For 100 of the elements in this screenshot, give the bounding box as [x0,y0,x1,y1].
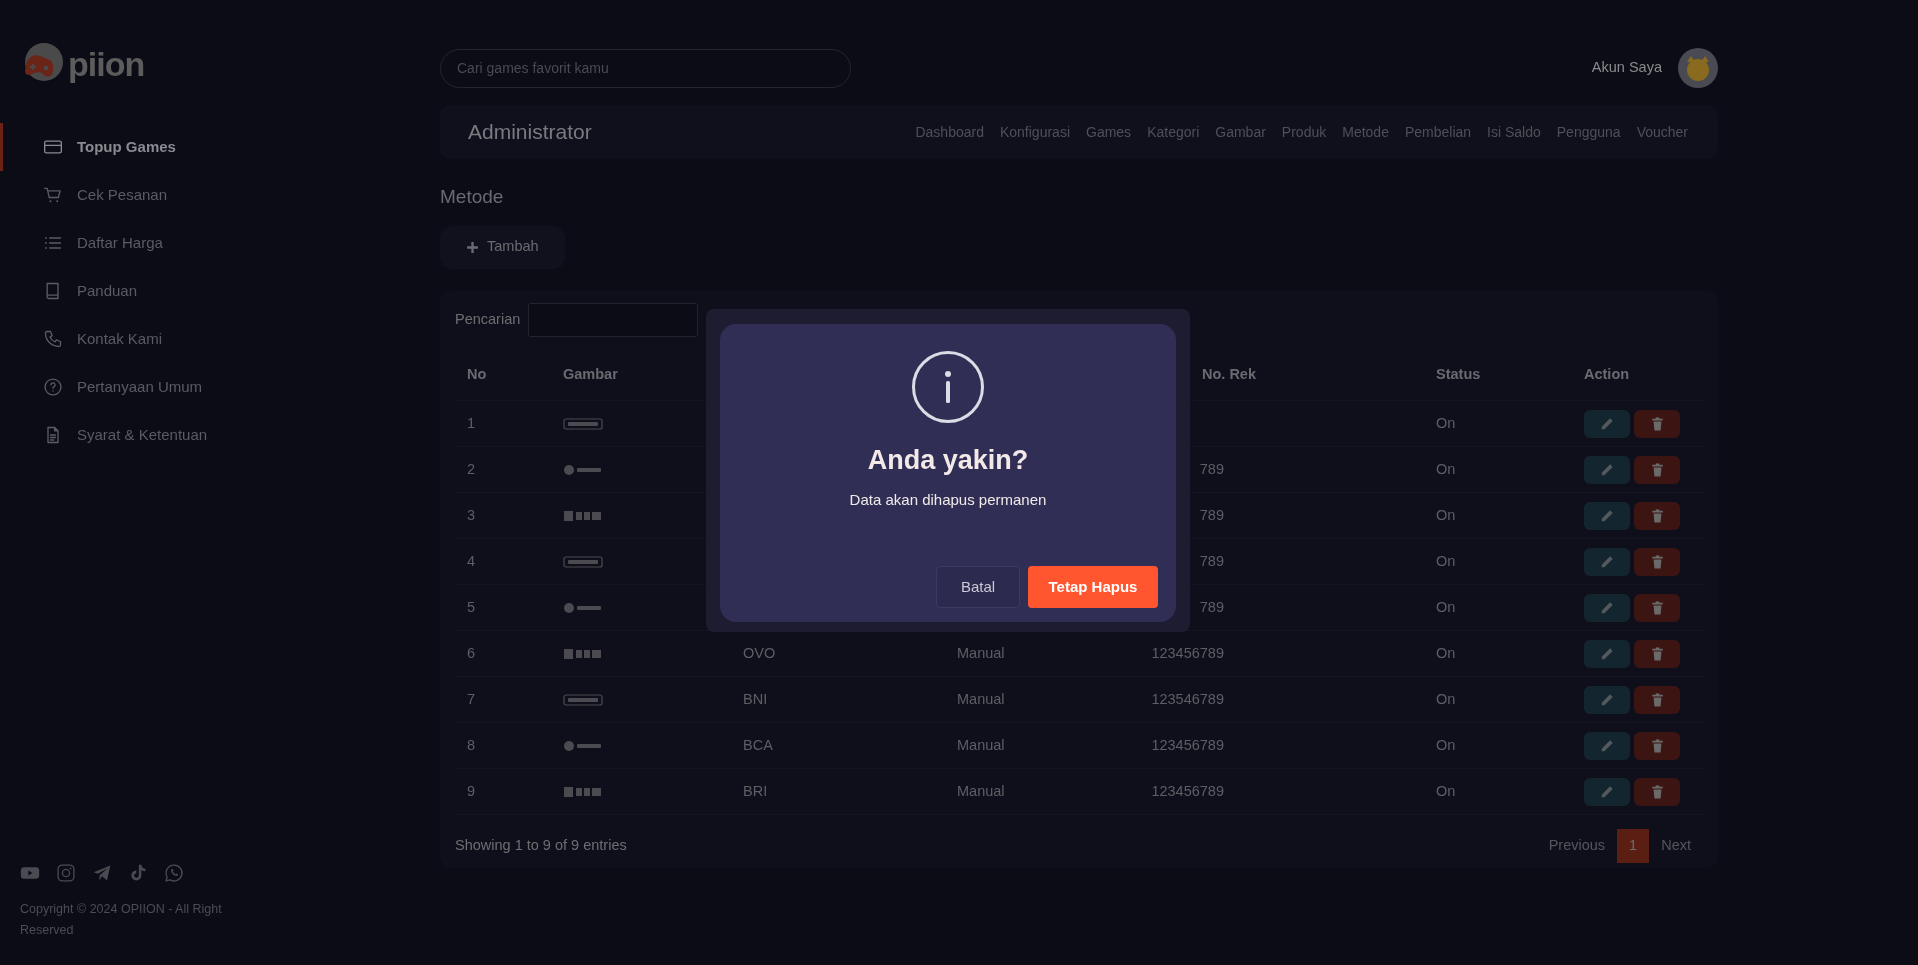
delete-button[interactable] [1634,547,1680,576]
edit-button[interactable] [1584,639,1630,668]
avatar-icon[interactable] [1678,48,1718,88]
column-header: No. Rek [1201,366,1256,383]
edit-button[interactable] [1584,777,1630,806]
table-cell-text: 123456789 [1150,784,1224,799]
table-cell: On [1436,737,1456,754]
delete-button[interactable] [1634,593,1680,622]
trash-icon [1650,692,1664,707]
edit-button[interactable] [1584,409,1630,438]
logo-icon [563,691,603,708]
table-cell: 5 [467,599,476,616]
sidebar-item[interactable]: Syarat & Ketentuan [0,411,440,459]
table-cell: BRI [743,783,768,800]
dialog-message: Data akan dihapus permanen [849,489,1047,510]
trash-icon [1650,462,1664,477]
nav-link[interactable]: Produk [1281,121,1327,143]
edit-button[interactable] [1584,593,1630,622]
table-cell: Manual [957,691,1005,708]
column-header: Gambar [563,366,618,383]
edit-button[interactable] [1584,501,1630,530]
delete-button[interactable] [1634,685,1680,714]
delete-button[interactable] [1634,501,1680,530]
delete-button[interactable] [1634,409,1680,438]
paper-plane-icon[interactable] [92,863,112,883]
sidebar-item[interactable]: Cek Pesanan [0,171,440,219]
table-cell: BCA [743,737,773,754]
table-cell: On [1436,553,1456,570]
column-header: Status [1436,366,1481,383]
question-icon [43,377,63,397]
table-cell: 7 [467,691,476,708]
edit-button[interactable] [1584,547,1630,576]
copyright-text: Copyright © 2024 OPIION - All Right Reserved [19,901,223,939]
nav-link[interactable]: Pengguna [1556,121,1621,143]
nav-link[interactable]: Metode [1342,121,1389,143]
nav-link[interactable]: Dashboard [915,121,984,143]
table-cell-text: 123456789 [1150,646,1224,661]
nav-link[interactable]: Voucher [1636,121,1688,143]
account-label[interactable]: Akun Saya [1591,57,1662,79]
delete-button[interactable] [1634,731,1680,760]
column-header: Action [1584,366,1630,383]
navbar-title: Administrator [468,119,592,146]
camera-icon[interactable] [56,863,76,883]
nav-link[interactable]: Gambar [1215,121,1266,143]
previous-link[interactable]: Previous [1536,829,1618,863]
pencil-icon [1600,554,1614,569]
trash-icon [1650,508,1664,523]
table-cell-text: 123546789 [1150,692,1224,707]
delete-button[interactable] [1634,455,1680,484]
trash-icon [1650,738,1664,753]
table-cell-text: 123456789 [1150,738,1224,753]
add-button[interactable]: Tambah [440,225,565,269]
table-cell: Manual [957,783,1005,800]
pencil-icon [1600,738,1614,753]
nav-link[interactable]: Games [1086,121,1132,143]
table-cell: 9 [467,783,476,800]
table-cell: OVO [743,645,776,662]
search-label: Pencarian [455,309,521,329]
sidebar-item[interactable]: Panduan [0,267,440,315]
search-field[interactable]: Cari games favorit kamu [440,48,851,88]
logo-text: piion [68,47,145,81]
sidebar-item[interactable]: Pertanyaan Umum [0,363,440,411]
sidebar-item[interactable]: Kontak Kami [0,315,440,363]
pencil-icon [1600,692,1614,707]
cancel-button[interactable]: Batal [936,566,1020,608]
entries-info: Showing 1 to 9 of 9 entries [455,836,627,855]
chat-bubble-icon[interactable] [164,863,184,883]
delete-button[interactable] [1634,639,1680,668]
info-icon [911,350,985,424]
delete-button[interactable] [1634,777,1680,806]
edit-button[interactable] [1584,731,1630,760]
edit-button[interactable] [1584,455,1630,484]
nav-link[interactable]: Kategori [1147,121,1200,143]
column-header: No [467,366,487,383]
confirm-button[interactable]: Tetap Hapus [1028,566,1158,608]
table-cell-text: 789 [1198,600,1224,615]
table-cell: On [1436,645,1456,662]
table-cell: On [1436,415,1456,432]
pencil-icon [1600,508,1614,523]
edit-button[interactable] [1584,685,1630,714]
music-note-icon[interactable] [128,863,148,883]
next-link[interactable]: Next [1649,829,1703,863]
nav-link[interactable]: Isi Saldo [1487,121,1541,143]
table-cell: On [1436,507,1456,524]
table-cell-text: 789 [1198,462,1224,477]
sidebar-item[interactable]: Daftar Harga [0,219,440,267]
page-link[interactable]: 1 [1617,829,1650,863]
trash-icon [1650,600,1664,615]
pencil-icon [1600,784,1614,799]
table-cell: 4 [467,553,476,570]
dialog-title: Anda yakin? [867,444,1029,477]
cart-icon [43,185,63,205]
trash-icon [1650,646,1664,661]
table-cell: On [1436,691,1456,708]
table-cell: 1 [467,415,476,432]
nav-link[interactable]: Konfigurasi [999,121,1070,143]
plus-icon [466,240,479,254]
nav-link[interactable]: Pembelian [1404,121,1472,143]
table-cell: On [1436,461,1456,478]
logo-icon [563,415,603,432]
